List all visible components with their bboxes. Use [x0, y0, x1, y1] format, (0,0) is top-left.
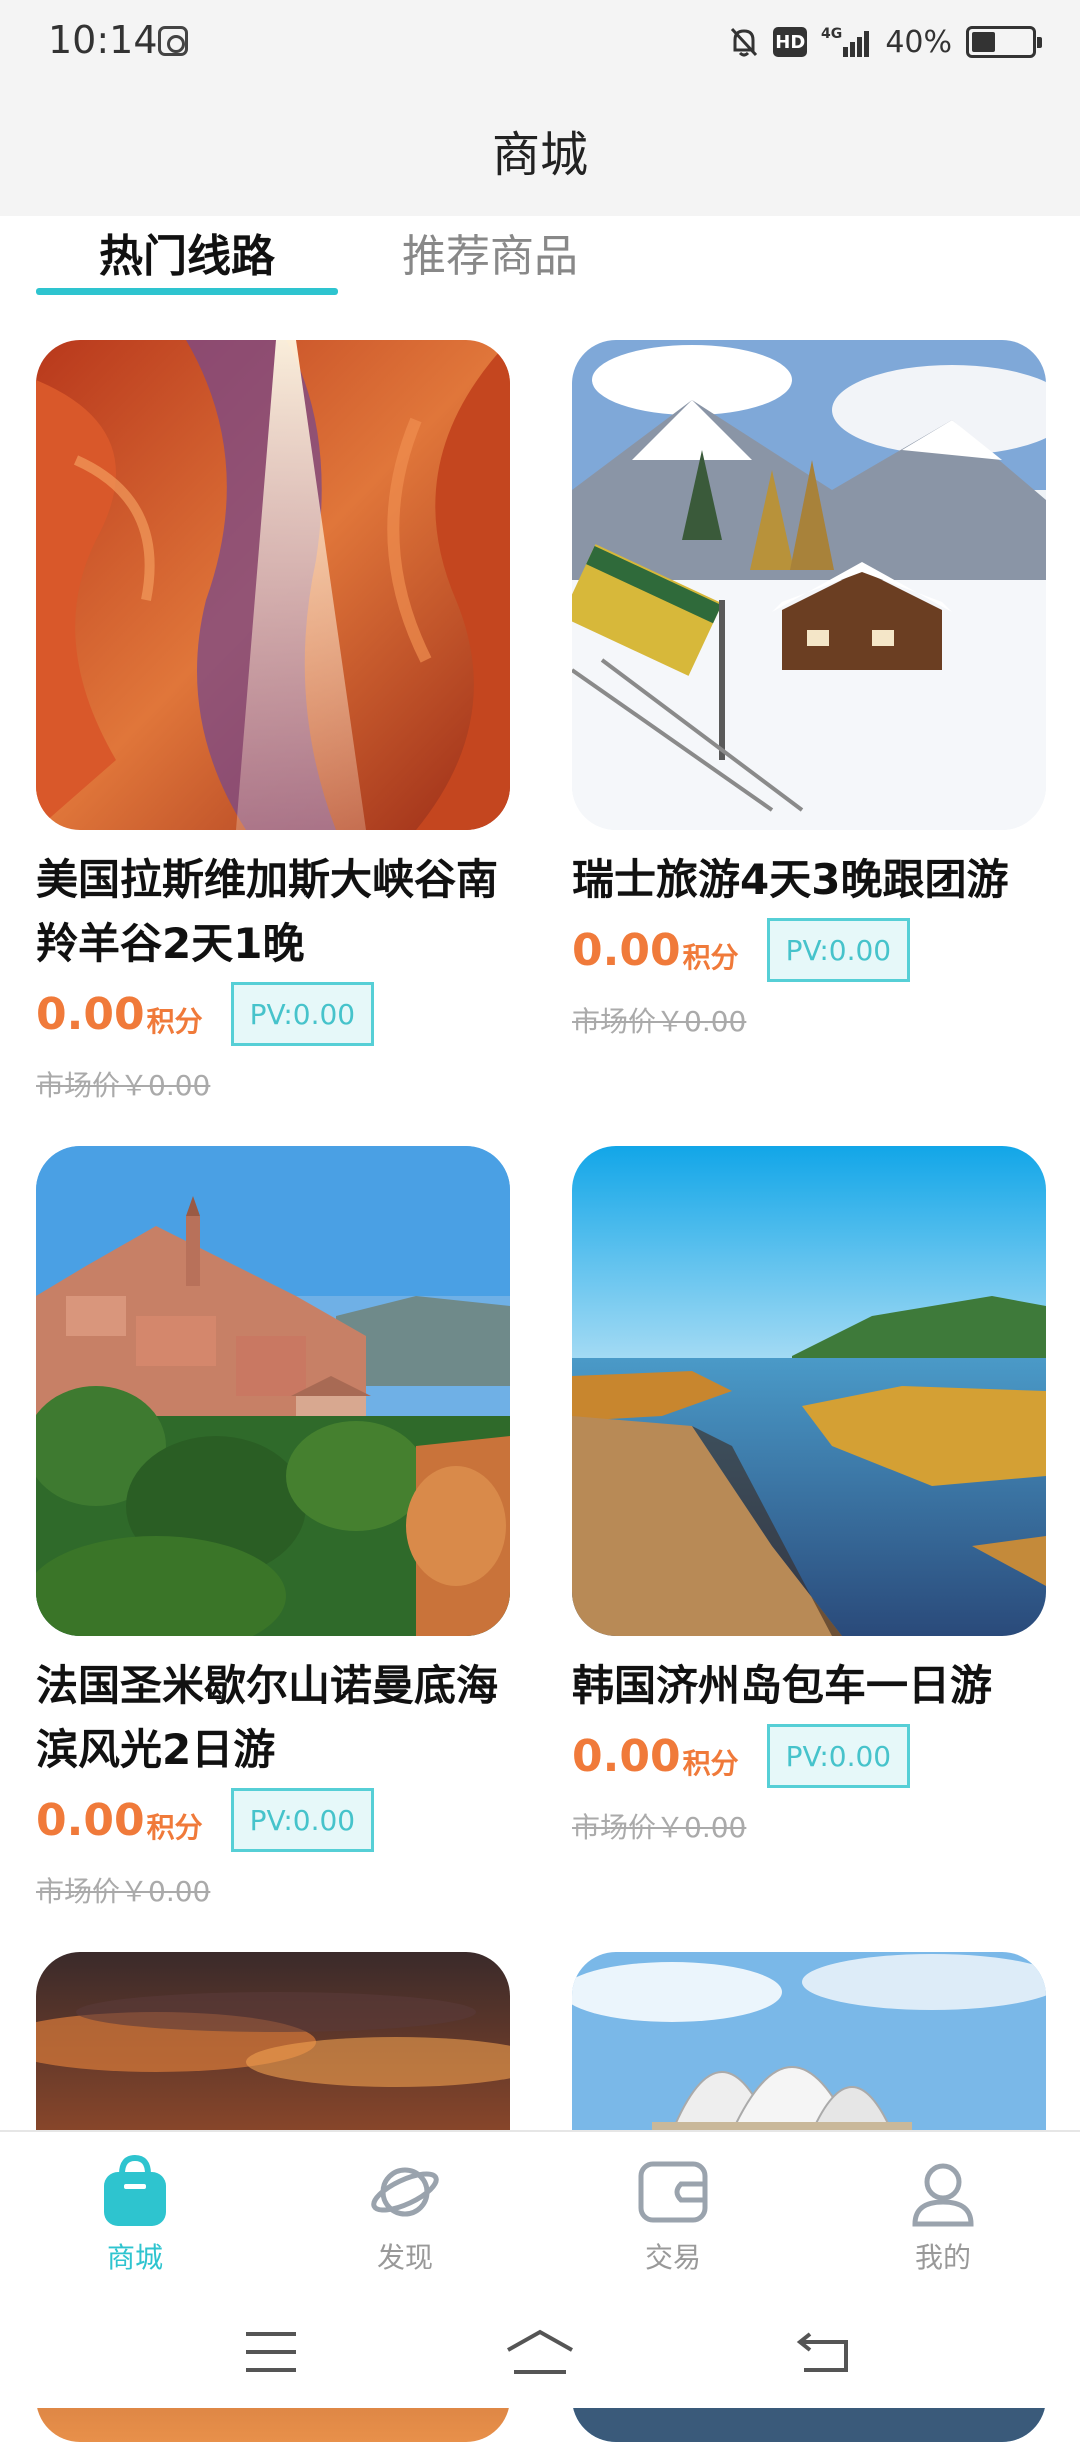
price-row: 0.00 积分 PV:0.00	[572, 918, 1046, 982]
product-card[interactable]: 法国圣米歇尔山诺曼底海滨风光2日游 0.00 积分 PV:0.00 市场价￥0.…	[36, 1146, 510, 1910]
hd-icon: HD	[773, 27, 808, 57]
active-tab-indicator	[36, 288, 338, 295]
product-card[interactable]: 韩国济州岛包车一日游 0.00 积分 PV:0.00 市场价￥0.00	[572, 1146, 1046, 1846]
tabbar-label: 发现	[376, 2241, 433, 2274]
tabbar-item-mine[interactable]: 我的	[868, 2154, 1018, 2276]
wallet-icon	[638, 2161, 708, 2223]
signal-icon: 4G	[821, 26, 870, 57]
price-row: 0.00 积分 PV:0.00	[572, 1724, 1046, 1788]
price-unit: 积分	[146, 1005, 203, 1038]
market-price: 市场价￥0.00	[572, 1811, 747, 1844]
product-title[interactable]: 法国圣米歇尔山诺曼底海滨风光2日游	[36, 1654, 510, 1782]
product-card[interactable]: 瑞士旅游4天3晚跟团游 0.00 积分 PV:0.00 市场价￥0.00	[572, 340, 1046, 1040]
price-row: 0.00 积分 PV:0.00	[36, 982, 510, 1046]
battery-icon	[966, 26, 1042, 58]
pv-badge: PV:0.00	[230, 982, 375, 1046]
battery-percent: 40%	[885, 24, 952, 60]
category-tabs: 热门线路 推荐商品	[0, 216, 1080, 300]
shopping-bag-icon	[104, 2154, 166, 2226]
price-unit: 积分	[146, 1811, 203, 1844]
price-unit: 积分	[682, 1747, 739, 1780]
pv-badge: PV:0.00	[766, 1724, 911, 1788]
price-value: 0.00	[36, 1794, 145, 1846]
price-value: 0.00	[572, 924, 681, 976]
battery-fill	[972, 32, 996, 52]
tabbar-item-trade[interactable]: 交易	[598, 2154, 748, 2276]
menu-icon[interactable]	[244, 2330, 298, 2374]
product-title[interactable]: 韩国济州岛包车一日游	[572, 1654, 1046, 1718]
bottom-tab-bar: 商城 发现 交易 我的	[0, 2130, 1080, 2292]
french-village-image[interactable]	[36, 1146, 510, 1636]
price-value: 0.00	[572, 1730, 681, 1782]
market-price: 市场价￥0.00	[36, 1069, 211, 1102]
price-unit: 积分	[682, 941, 739, 974]
nav-header: 商城	[0, 84, 1080, 216]
tabbar-item-discover[interactable]: 发现	[330, 2154, 480, 2276]
pv-badge: PV:0.00	[230, 1788, 375, 1852]
mute-bell-icon	[731, 27, 758, 57]
antelope-canyon-image[interactable]	[36, 340, 510, 830]
swiss-alps-train-image[interactable]	[572, 340, 1046, 830]
status-bar: 10:14 HD 4G 40%	[0, 0, 1080, 84]
market-price: 市场价￥0.00	[36, 1875, 211, 1908]
home-icon[interactable]	[504, 2328, 576, 2376]
back-icon[interactable]	[796, 2328, 852, 2376]
page-title: 商城	[491, 127, 588, 183]
tabbar-label: 交易	[644, 2241, 701, 2274]
price-row: 0.00 积分 PV:0.00	[36, 1788, 510, 1852]
status-time: 10:14	[48, 18, 158, 62]
system-nav-bar	[0, 2292, 1080, 2408]
product-card[interactable]: 美国拉斯维加斯大峡谷南羚羊谷2天1晚 0.00 积分 PV:0.00 市场价￥0…	[36, 340, 510, 1104]
product-title[interactable]: 美国拉斯维加斯大峡谷南羚羊谷2天1晚	[36, 848, 510, 976]
user-icon	[912, 2163, 974, 2227]
tabbar-item-mall[interactable]: 商城	[60, 2154, 210, 2276]
tab-recommended[interactable]: 推荐商品	[340, 220, 640, 300]
price-value: 0.00	[36, 988, 145, 1040]
jeju-coast-image[interactable]	[572, 1146, 1046, 1636]
tabbar-label: 商城	[106, 2241, 163, 2274]
status-indicators: HD 4G 40%	[729, 20, 1042, 64]
planet-icon	[371, 2167, 439, 2217]
market-price: 市场价￥0.00	[572, 1005, 747, 1038]
pv-badge: PV:0.00	[766, 918, 911, 982]
notification-app-icon	[158, 26, 188, 56]
product-title[interactable]: 瑞士旅游4天3晚跟团游	[572, 848, 1046, 912]
tabbar-label: 我的	[914, 2241, 971, 2274]
network-type: 4G	[821, 26, 842, 42]
